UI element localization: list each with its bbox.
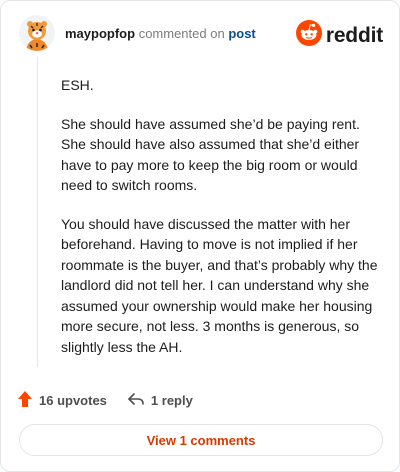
view-comments-button[interactable]: View 1 comments: [19, 424, 383, 456]
thread-line[interactable]: [37, 57, 38, 367]
reddit-snoo-icon: [295, 20, 322, 51]
reddit-wordmark: reddit: [325, 23, 383, 47]
comment-paragraph: ESH.: [61, 77, 94, 93]
comment-header: maypopfop commented on post reddit: [19, 15, 383, 51]
comment-paragraph: You should have discussed the matter wit…: [61, 215, 378, 355]
comment-actions: 16 upvotes 1 reply: [17, 390, 193, 411]
reply-arrow-icon: [127, 391, 151, 410]
upvote-arrow-icon: [17, 390, 39, 411]
commented-on-text: commented on: [138, 25, 225, 41]
reddit-brand[interactable]: reddit: [295, 20, 383, 51]
upvote-button[interactable]: 16 upvotes: [17, 390, 107, 411]
comment-meta: maypopfop commented on post: [65, 26, 256, 41]
reply-count: 1 reply: [150, 393, 193, 408]
comment-card: maypopfop commented on post reddit ESH. …: [0, 0, 400, 472]
upvote-count: 16 upvotes: [39, 393, 107, 408]
comment-paragraph: She should have assumed she’d be paying …: [61, 115, 360, 194]
comment-body: ESH. She should have assumed she’d be pa…: [61, 75, 387, 375]
username[interactable]: maypopfop: [65, 26, 135, 41]
reply-button[interactable]: 1 reply: [127, 391, 193, 410]
user-avatar[interactable]: [19, 15, 55, 51]
post-link[interactable]: post: [228, 26, 255, 41]
